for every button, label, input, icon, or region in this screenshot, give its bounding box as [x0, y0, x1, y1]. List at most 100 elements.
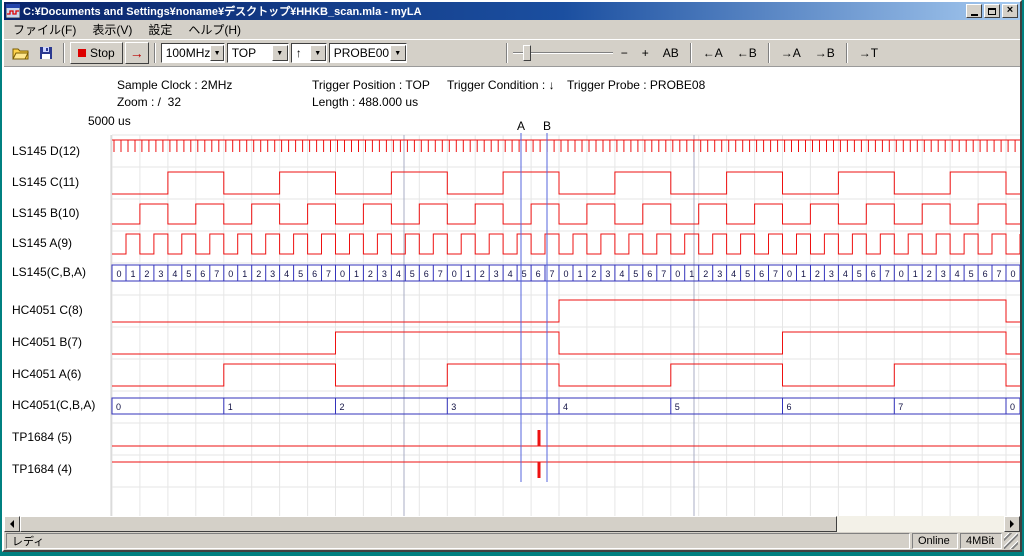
chevron-down-icon[interactable]: ▼: [272, 45, 288, 61]
trigger-position-label: Trigger Position : TOP: [312, 78, 430, 92]
status-message: レディ: [6, 533, 910, 549]
channel-label-hc4051-a: HC4051 A(6): [12, 367, 111, 381]
svg-text:2: 2: [703, 269, 708, 279]
svg-text:3: 3: [941, 269, 946, 279]
minimize-icon: [971, 14, 978, 16]
svg-text:4: 4: [955, 269, 960, 279]
titlebar[interactable]: C:¥Documents and Settings¥noname¥デスクトップ¥…: [4, 2, 1020, 20]
menu-help[interactable]: ヘルプ(H): [180, 19, 249, 40]
svg-text:7: 7: [438, 269, 443, 279]
svg-text:B: B: [543, 119, 551, 133]
channel-label-hc4051-bus: HC4051(C,B,A): [12, 398, 111, 412]
svg-text:4: 4: [172, 269, 177, 279]
resize-grip[interactable]: [1004, 533, 1018, 549]
zoom-slider-thumb[interactable]: [523, 45, 531, 61]
open-folder-icon: [12, 46, 29, 60]
clock-select[interactable]: 100MHz ▼: [161, 43, 225, 63]
trigger-position-select[interactable]: TOP ▼: [227, 43, 289, 63]
window-controls: ×: [966, 4, 1018, 18]
svg-text:5: 5: [745, 269, 750, 279]
maximize-button[interactable]: [984, 4, 1000, 18]
svg-text:7: 7: [214, 269, 219, 279]
svg-text:0: 0: [452, 269, 457, 279]
svg-text:1: 1: [466, 269, 471, 279]
goto-a-left-button[interactable]: ←A: [697, 43, 729, 63]
svg-text:6: 6: [871, 269, 876, 279]
menu-file[interactable]: ファイル(F): [5, 19, 84, 40]
svg-text:4: 4: [563, 402, 568, 412]
channel-label-ls145-a: LS145 A(9): [12, 236, 111, 250]
trigger-probe-label: Trigger Probe : PROBE08: [567, 78, 705, 92]
svg-text:0: 0: [1010, 269, 1015, 279]
svg-text:3: 3: [605, 269, 610, 279]
chevron-down-icon[interactable]: ▼: [210, 45, 223, 61]
stop-icon: [78, 49, 86, 57]
goto-trigger-button[interactable]: →T: [853, 43, 884, 63]
trigger-edge-value: ↑: [296, 46, 302, 60]
channel-label-hc4051-b: HC4051 B(7): [12, 335, 111, 349]
chevron-down-icon[interactable]: ▼: [390, 45, 406, 61]
svg-text:5: 5: [857, 269, 862, 279]
svg-text:6: 6: [200, 269, 205, 279]
trigger-edge-select[interactable]: ↑ ▼: [291, 43, 327, 63]
save-button[interactable]: [34, 42, 58, 64]
menu-settings[interactable]: 設定: [140, 19, 180, 40]
scrollbar-thumb[interactable]: [20, 516, 837, 532]
svg-text:5: 5: [410, 269, 415, 279]
status-memory: 4MBit: [960, 533, 1002, 549]
svg-text:4: 4: [731, 269, 736, 279]
close-button[interactable]: ×: [1002, 4, 1018, 18]
probe-value: PROBE00: [334, 46, 389, 60]
scroll-right-button[interactable]: [1004, 516, 1020, 532]
zoom-in-button[interactable]: +: [636, 43, 655, 63]
trigger-position-value: TOP: [232, 46, 256, 60]
goto-a-right-button[interactable]: →A: [775, 43, 807, 63]
svg-text:6: 6: [536, 269, 541, 279]
svg-text:3: 3: [829, 269, 834, 279]
svg-text:3: 3: [494, 269, 499, 279]
waveform-svg: 0123456701234567012345670123456701234567…: [4, 67, 1020, 516]
svg-text:1: 1: [577, 269, 582, 279]
chevron-down-icon[interactable]: ▼: [310, 45, 326, 61]
toolbar-separator: [506, 43, 508, 63]
stop-label: Stop: [90, 46, 115, 60]
svg-text:5: 5: [186, 269, 191, 279]
waveform-area: Sample Clock : 2MHz Trigger Position : T…: [4, 66, 1020, 516]
svg-text:1: 1: [130, 269, 135, 279]
channel-label-ls145-c: LS145 C(11): [12, 175, 111, 189]
app-icon: [6, 4, 20, 18]
zoom-out-button[interactable]: −: [615, 43, 634, 63]
goto-b-right-button[interactable]: →B: [809, 43, 841, 63]
zoom-label: Zoom : / 32: [117, 95, 181, 109]
svg-text:2: 2: [340, 402, 345, 412]
zoom-slider[interactable]: [513, 43, 613, 63]
svg-text:7: 7: [996, 269, 1001, 279]
channel-label-ls145-d: LS145 D(12): [12, 144, 111, 158]
svg-text:1: 1: [689, 269, 694, 279]
svg-text:2: 2: [368, 269, 373, 279]
svg-text:7: 7: [773, 269, 778, 279]
svg-text:3: 3: [451, 402, 456, 412]
svg-text:2: 2: [480, 269, 485, 279]
svg-text:2: 2: [927, 269, 932, 279]
ab-button[interactable]: AB: [657, 43, 685, 63]
menu-view[interactable]: 表示(V): [84, 19, 140, 40]
run-button[interactable]: →: [125, 42, 149, 64]
svg-text:3: 3: [717, 269, 722, 279]
goto-b-left-button[interactable]: ←B: [731, 43, 763, 63]
toolbar-separator: [768, 43, 770, 63]
stop-button[interactable]: Stop: [70, 42, 123, 64]
svg-text:6: 6: [424, 269, 429, 279]
horizontal-scrollbar[interactable]: [4, 516, 1020, 532]
svg-text:6: 6: [787, 402, 792, 412]
open-button[interactable]: [8, 42, 32, 64]
close-icon: ×: [1007, 5, 1013, 16]
window-title: C:¥Documents and Settings¥noname¥デスクトップ¥…: [23, 3, 963, 19]
minimize-button[interactable]: [966, 4, 982, 18]
svg-text:6: 6: [759, 269, 764, 279]
svg-text:4: 4: [396, 269, 401, 279]
scroll-left-button[interactable]: [4, 516, 20, 532]
probe-select[interactable]: PROBE00 ▼: [329, 43, 407, 63]
svg-text:6: 6: [312, 269, 317, 279]
floppy-icon: [39, 46, 53, 60]
